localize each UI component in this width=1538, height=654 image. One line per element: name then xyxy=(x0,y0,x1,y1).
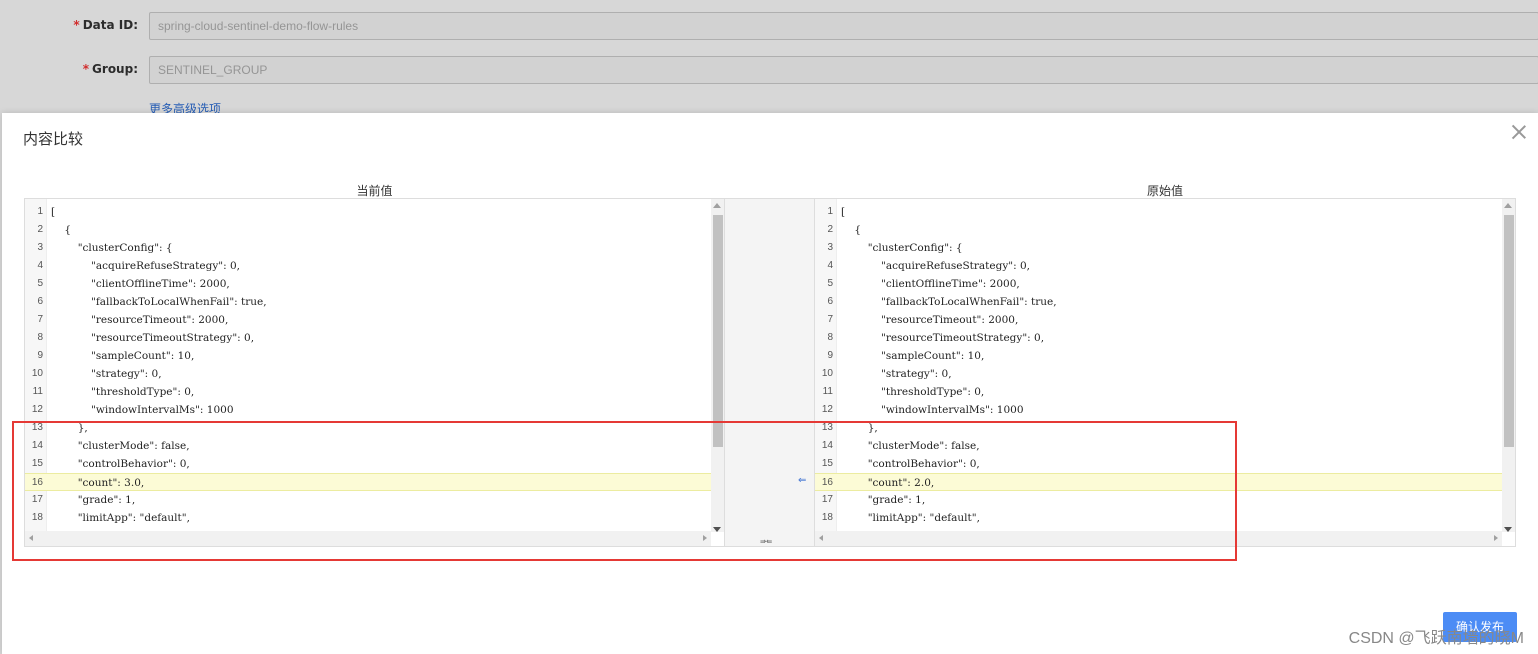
code-line: 9 "sampleCount": 10, xyxy=(815,347,1515,365)
code-line: 11 "thresholdType": 0, xyxy=(25,383,724,401)
line-code: { xyxy=(841,224,862,236)
scroll-thumb[interactable] xyxy=(713,215,723,447)
line-number: 7 xyxy=(37,314,43,325)
line-number: 11 xyxy=(822,386,833,397)
line-code: { xyxy=(51,224,72,236)
line-code: "resourceTimeoutStrategy": 0, xyxy=(51,332,255,344)
line-number: 5 xyxy=(827,278,833,289)
line-code: [ xyxy=(51,206,56,218)
line-code: "sampleCount": 10, xyxy=(51,350,195,362)
scroll-right-icon[interactable] xyxy=(1494,535,1498,541)
line-number: 1 xyxy=(37,206,43,217)
current-value-header: 当前值 xyxy=(356,184,393,198)
code-line: 1[ xyxy=(815,203,1515,221)
line-number: 7 xyxy=(827,314,833,325)
code-line: 4 "acquireRefuseStrategy": 0, xyxy=(25,257,724,275)
line-code: "strategy": 0, xyxy=(51,368,162,380)
code-line: 12 "windowIntervalMs": 1000 xyxy=(25,401,724,419)
line-number: 9 xyxy=(827,350,833,361)
line-number: 3 xyxy=(37,242,43,253)
line-number: 3 xyxy=(827,242,833,253)
line-code: "fallbackToLocalWhenFail": true, xyxy=(51,296,267,308)
line-code: "clientOfflineTime": 2000, xyxy=(51,278,230,290)
watermark: CSDN @飞跃南墙的晓M xyxy=(1348,630,1524,647)
line-code: "windowIntervalMs": 1000 xyxy=(51,404,234,416)
line-code: "thresholdType": 0, xyxy=(51,386,195,398)
line-number: 12 xyxy=(821,404,833,415)
code-line: 7 "resourceTimeout": 2000, xyxy=(815,311,1515,329)
line-number: 2 xyxy=(827,224,833,235)
scroll-down-icon[interactable] xyxy=(1504,527,1512,532)
line-number: 5 xyxy=(37,278,43,289)
line-code: "clientOfflineTime": 2000, xyxy=(841,278,1020,290)
code-line: 3 "clusterConfig": { xyxy=(815,239,1515,257)
code-line: 8 "resourceTimeoutStrategy": 0, xyxy=(25,329,724,347)
line-code: "resourceTimeout": 2000, xyxy=(841,314,1019,326)
line-number: 1 xyxy=(827,206,833,217)
code-line: 12 "windowIntervalMs": 1000 xyxy=(815,401,1515,419)
scroll-up-icon[interactable] xyxy=(1504,203,1512,208)
line-code: "clusterConfig": { xyxy=(51,242,173,254)
diff-dialog: 内容比较 当前值 原始值 1[2 {3 "clusterConfig": {4 … xyxy=(2,113,1538,654)
line-number: 11 xyxy=(32,386,43,397)
line-number: 2 xyxy=(37,224,43,235)
code-line: 8 "resourceTimeoutStrategy": 0, xyxy=(815,329,1515,347)
line-code: "clusterConfig": { xyxy=(841,242,963,254)
code-line: 2 { xyxy=(25,221,724,239)
scroll-thumb[interactable] xyxy=(1504,215,1514,447)
original-value-header: 原始值 xyxy=(1146,184,1183,198)
code-line: 2 { xyxy=(815,221,1515,239)
code-line: 4 "acquireRefuseStrategy": 0, xyxy=(815,257,1515,275)
line-number: 8 xyxy=(37,332,43,343)
line-number: 4 xyxy=(37,260,43,271)
code-line: 5 "clientOfflineTime": 2000, xyxy=(25,275,724,293)
line-number: 6 xyxy=(827,296,833,307)
vertical-scrollbar[interactable] xyxy=(1502,199,1515,532)
close-icon[interactable] xyxy=(1510,123,1528,141)
dialog-title: 内容比较 xyxy=(23,130,84,148)
line-code: "thresholdType": 0, xyxy=(841,386,985,398)
line-code: "acquireRefuseStrategy": 0, xyxy=(51,260,240,272)
line-code: "fallbackToLocalWhenFail": true, xyxy=(841,296,1057,308)
line-number: 4 xyxy=(827,260,833,271)
line-code: "resourceTimeout": 2000, xyxy=(51,314,229,326)
code-line: 6 "fallbackToLocalWhenFail": true, xyxy=(815,293,1515,311)
code-line: 3 "clusterConfig": { xyxy=(25,239,724,257)
code-line: 10 "strategy": 0, xyxy=(815,365,1515,383)
line-code: "acquireRefuseStrategy": 0, xyxy=(841,260,1030,272)
line-number: 12 xyxy=(31,404,43,415)
line-number: 6 xyxy=(37,296,43,307)
code-line: 10 "strategy": 0, xyxy=(25,365,724,383)
line-number: 9 xyxy=(37,350,43,361)
code-line: 1[ xyxy=(25,203,724,221)
scroll-up-icon[interactable] xyxy=(713,203,721,208)
code-line: 5 "clientOfflineTime": 2000, xyxy=(815,275,1515,293)
line-code: "resourceTimeoutStrategy": 0, xyxy=(841,332,1045,344)
line-number: 8 xyxy=(827,332,833,343)
line-code: "windowIntervalMs": 1000 xyxy=(841,404,1024,416)
code-line: 6 "fallbackToLocalWhenFail": true, xyxy=(25,293,724,311)
line-code: "strategy": 0, xyxy=(841,368,952,380)
code-line: 9 "sampleCount": 10, xyxy=(25,347,724,365)
line-code: [ xyxy=(841,206,846,218)
annotation-highlight-box xyxy=(12,421,1237,561)
line-number: 10 xyxy=(31,368,43,379)
line-code: "sampleCount": 10, xyxy=(841,350,985,362)
line-number: 10 xyxy=(821,368,833,379)
code-line: 11 "thresholdType": 0, xyxy=(815,383,1515,401)
code-line: 7 "resourceTimeout": 2000, xyxy=(25,311,724,329)
